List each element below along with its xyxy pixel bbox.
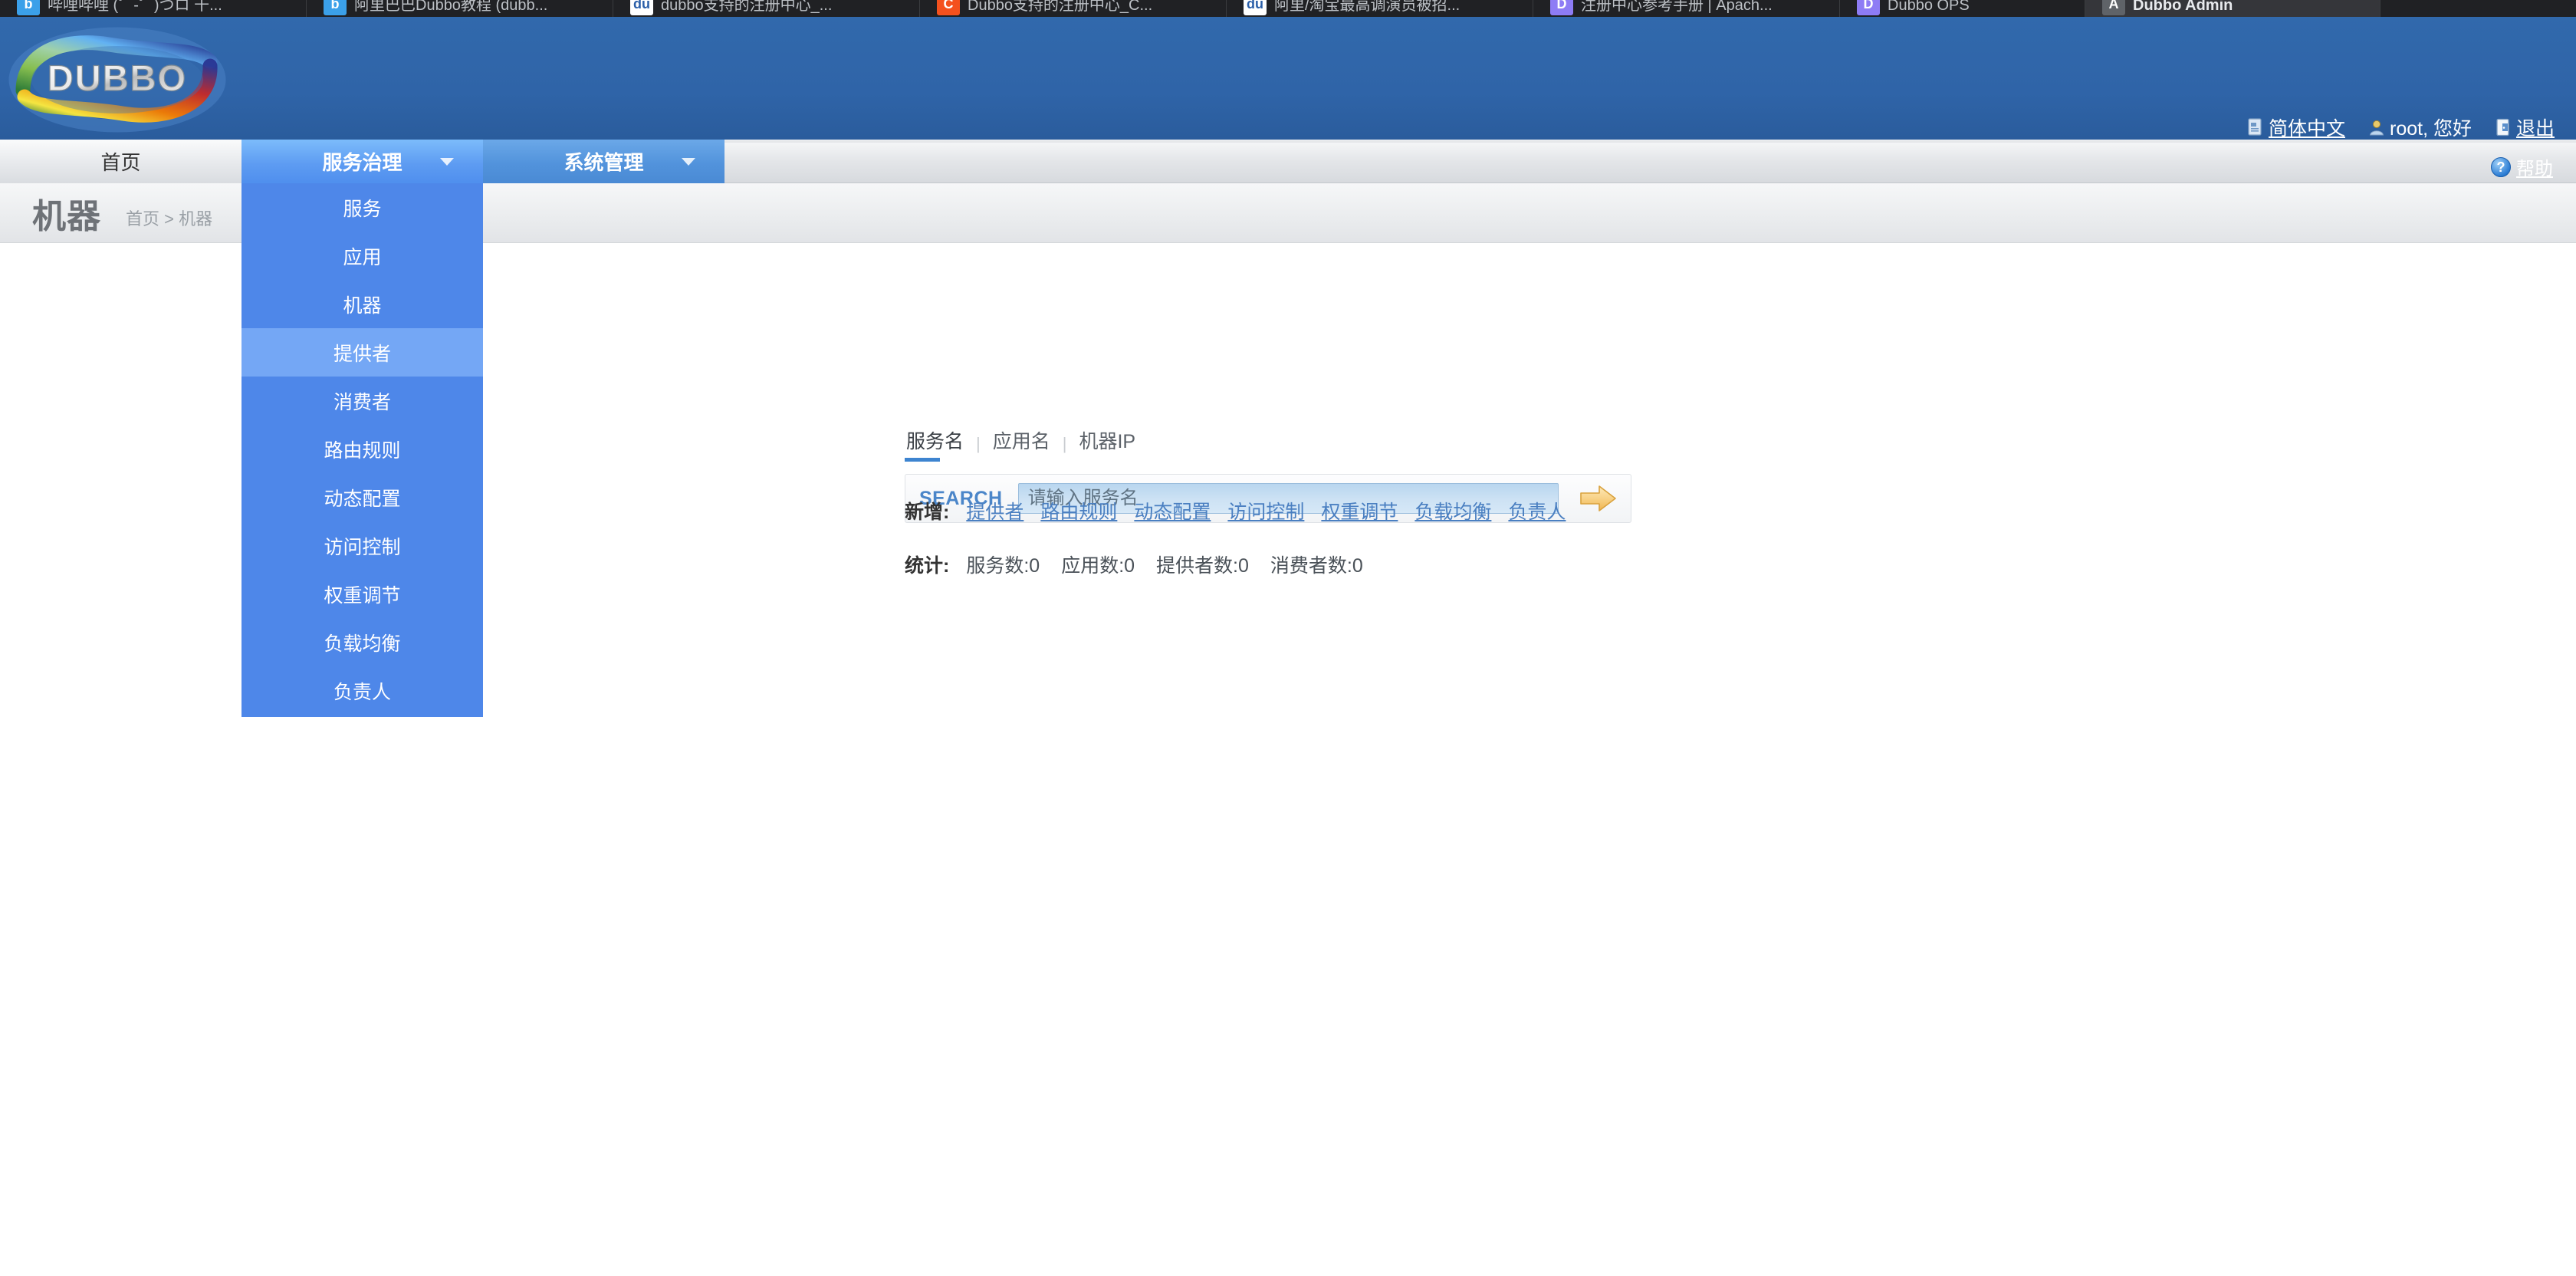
search-tab-应用名[interactable]: 应用名 [991,426,1063,462]
statistic-item: 提供者数:0 [1156,555,1249,577]
statistic-item: 消费者数:0 [1270,555,1363,577]
favicon-icon: b [17,0,40,15]
statistics-label: 统计: [905,555,950,577]
service-governance-dropdown: 服务 应用 机器 提供者 消费者 路由规则 动态配置 访问控制 权重调节 负载均衡 负责人 [242,183,483,717]
nav-item-2[interactable]: 系统管理 [483,140,724,183]
dropdown-item-机器[interactable]: 机器 [242,280,483,328]
dropdown-item-应用[interactable]: 应用 [242,232,483,280]
favicon-icon: D [1550,0,1573,15]
nav-item-0[interactable]: 首页 [0,140,242,183]
browser-tab[interactable]: A Dubbo Admin [2085,0,2380,17]
user-greeting: root, 您好 [2368,113,2472,141]
user-label: root, 您好 [2390,118,2472,140]
question-mark-icon: ? [2491,156,2511,177]
quick-add-link-权重调节[interactable]: 权重调节 [1321,502,1398,523]
quick-add-link-负责人[interactable]: 负责人 [1508,502,1566,523]
favicon-icon: b [324,0,347,15]
browser-tab-title: Dubbo OPS [1888,0,1970,14]
help-label: 帮助 [2516,159,2553,179]
help-link[interactable]: ? 帮助 [2491,153,2553,180]
document-icon [2248,118,2262,136]
statistic-item: 服务数:0 [966,555,1040,577]
dropdown-item-权重调节[interactable]: 权重调节 [242,570,483,618]
browser-tab[interactable]: b 哔哩哔哩 (゜-゜)つロ 干... [0,0,307,17]
quick-add-link-负载均衡[interactable]: 负载均衡 [1414,502,1491,523]
quick-add-link-动态配置[interactable]: 动态配置 [1134,502,1211,523]
browser-tab-title: Dubbo Admin [2133,0,2233,14]
tab-separator: | [976,434,981,453]
dubbo-logo-icon: DUBBO [8,27,226,133]
favicon-icon: C [937,0,960,15]
browser-tab-title: 阿里巴巴Dubbo教程 (dubb... [354,0,548,14]
user-icon [2369,120,2384,136]
nav-item-1[interactable]: 服务治理 [242,140,483,183]
browser-tab[interactable]: C Dubbo支持的注册中心_C... [920,0,1227,17]
statistics-row: 统计: 服务数:0 应用数:0 提供者数:0 消费者数:0 [905,551,1385,578]
search-tab-服务名[interactable]: 服务名 [905,426,976,462]
chevron-down-icon [682,157,695,166]
quick-add-link-路由规则[interactable]: 路由规则 [1040,502,1117,523]
dropdown-item-服务[interactable]: 服务 [242,183,483,232]
quick-add-row: 新增: 提供者 路由规则 动态配置 访问控制 权重调节 负载均衡 负责人 [905,497,1582,525]
browser-tab-title: dubbo支持的注册中心_... [661,0,833,14]
browser-tab[interactable]: du 阿里/淘宝最高调演员被招... [1227,0,1533,17]
dropdown-item-负责人[interactable]: 负责人 [242,666,483,715]
tab-separator: | [1062,434,1067,453]
nav-item-label: 首页 [100,151,141,174]
dropdown-item-负载均衡[interactable]: 负载均衡 [242,618,483,666]
browser-tab[interactable]: D Dubbo OPS [1840,0,2085,17]
chevron-down-icon [440,157,454,166]
favicon-icon: D [1857,0,1880,15]
browser-tab[interactable]: D 注册中心参考手册 | Apach... [1533,0,1840,17]
search-tab-机器IP[interactable]: 机器IP [1077,426,1148,462]
browser-tab-bar: b 哔哩哔哩 (゜-゜)つロ 干... b 阿里巴巴Dubbo教程 (dubb... d… [0,0,2576,17]
header-utility-links: 简体中文 root, 您好 退出 [2247,113,2555,141]
logout-label: 退出 [2515,118,2555,140]
language-switch[interactable]: 简体中文 [2247,113,2345,141]
browser-tab[interactable]: b 阿里巴巴Dubbo教程 (dubb... [307,0,613,17]
dropdown-item-访问控制[interactable]: 访问控制 [242,521,483,570]
favicon-icon: du [630,0,653,15]
dropdown-item-消费者[interactable]: 消费者 [242,377,483,425]
dropdown-item-动态配置[interactable]: 动态配置 [242,473,483,521]
dropdown-item-路由规则[interactable]: 路由规则 [242,425,483,473]
browser-tab-title: 阿里/淘宝最高调演员被招... [1274,0,1460,14]
browser-tab-title: 哔哩哔哩 (゜-゜)つロ 干... [48,0,222,14]
browser-tab-title: Dubbo支持的注册中心_C... [968,0,1153,14]
svg-text:DUBBO: DUBBO [48,58,187,98]
nav-item-label: 系统管理 [564,151,644,174]
favicon-icon: du [1244,0,1267,15]
statistic-item: 应用数:0 [1061,555,1135,577]
dubbo-logo[interactable]: DUBBO [6,21,228,138]
quick-add-link-提供者[interactable]: 提供者 [966,502,1024,523]
arrow-right-icon [1580,485,1616,511]
browser-tab-title: 注册中心参考手册 | Apach... [1581,0,1773,14]
quick-add-label: 新增: [905,502,950,523]
exit-door-icon [2496,118,2509,136]
dropdown-item-提供者[interactable]: 提供者 [242,328,483,377]
browser-tab[interactable]: du dubbo支持的注册中心_... [613,0,920,17]
breadcrumb: 首页 > 机器 [126,209,213,229]
language-label: 简体中文 [2268,118,2345,140]
search-type-tabs: 服务名 | 应用名 | 机器IP [905,426,1641,468]
quick-add-link-访问控制[interactable]: 访问控制 [1227,502,1304,523]
page-title: 机器 [32,197,101,235]
site-header: DUBBO 简体中文 root, 您好 退出 [0,17,2576,140]
logout-button[interactable]: 退出 [2495,113,2555,141]
favicon-icon: A [2102,0,2125,15]
nav-item-label: 服务治理 [322,151,402,174]
main-navigation: 首页 服务治理 系统管理 [0,140,2576,183]
